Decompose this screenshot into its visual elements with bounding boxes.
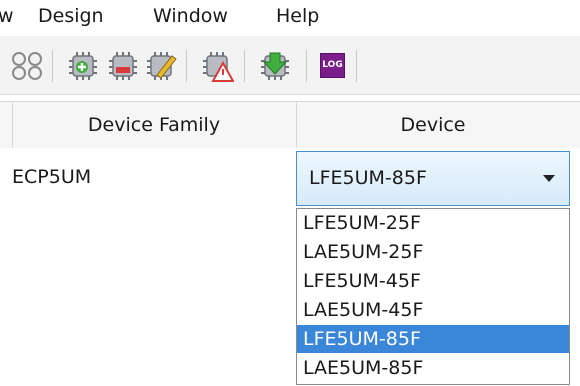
- warning-chip-icon[interactable]: [200, 50, 234, 82]
- column-header-device[interactable]: Device: [296, 102, 570, 148]
- toolbar-separator: [52, 50, 53, 82]
- add-chip-icon[interactable]: [66, 50, 100, 82]
- download-chip-icon[interactable]: [258, 50, 292, 82]
- toolbar-separator: [356, 50, 357, 82]
- device-option[interactable]: LAE5UM-45F: [297, 296, 569, 324]
- device-select[interactable]: LFE5UM-85F: [296, 151, 570, 206]
- toolbar: LOG: [0, 36, 580, 95]
- menu-item-design[interactable]: Design: [38, 5, 104, 27]
- menu-item-view-partial[interactable]: w: [0, 5, 14, 27]
- device-option[interactable]: LFE5UM-25F: [297, 209, 569, 237]
- table-header: Device Family Device: [0, 101, 580, 149]
- edit-chip-icon[interactable]: [144, 50, 178, 82]
- menu-item-window[interactable]: Window: [153, 5, 228, 27]
- remove-chip-icon[interactable]: [106, 50, 140, 82]
- device-option[interactable]: LAE5UM-25F: [297, 238, 569, 266]
- log-icon[interactable]: LOG: [320, 53, 345, 78]
- network-icon[interactable]: [10, 50, 44, 82]
- device-option-highlighted[interactable]: LFE5UM-85F: [297, 325, 569, 353]
- device-select-value: LFE5UM-85F: [309, 167, 427, 189]
- toolbar-separator: [306, 50, 307, 82]
- toolbar-separator: [244, 50, 245, 82]
- toolbar-separator: [186, 50, 187, 82]
- menu-bar: w Design Window Help: [0, 0, 580, 36]
- device-option[interactable]: LFE5UM-45F: [297, 267, 569, 295]
- chevron-down-icon[interactable]: [543, 175, 555, 182]
- device-dropdown-list: LFE5UM-25F LAE5UM-25F LFE5UM-45F LAE5UM-…: [296, 208, 570, 385]
- device-option[interactable]: LAE5UM-85F: [297, 354, 569, 382]
- menu-item-help[interactable]: Help: [276, 5, 319, 27]
- device-family-cell[interactable]: ECP5UM: [12, 166, 91, 188]
- column-header-device-family[interactable]: Device Family: [12, 102, 296, 148]
